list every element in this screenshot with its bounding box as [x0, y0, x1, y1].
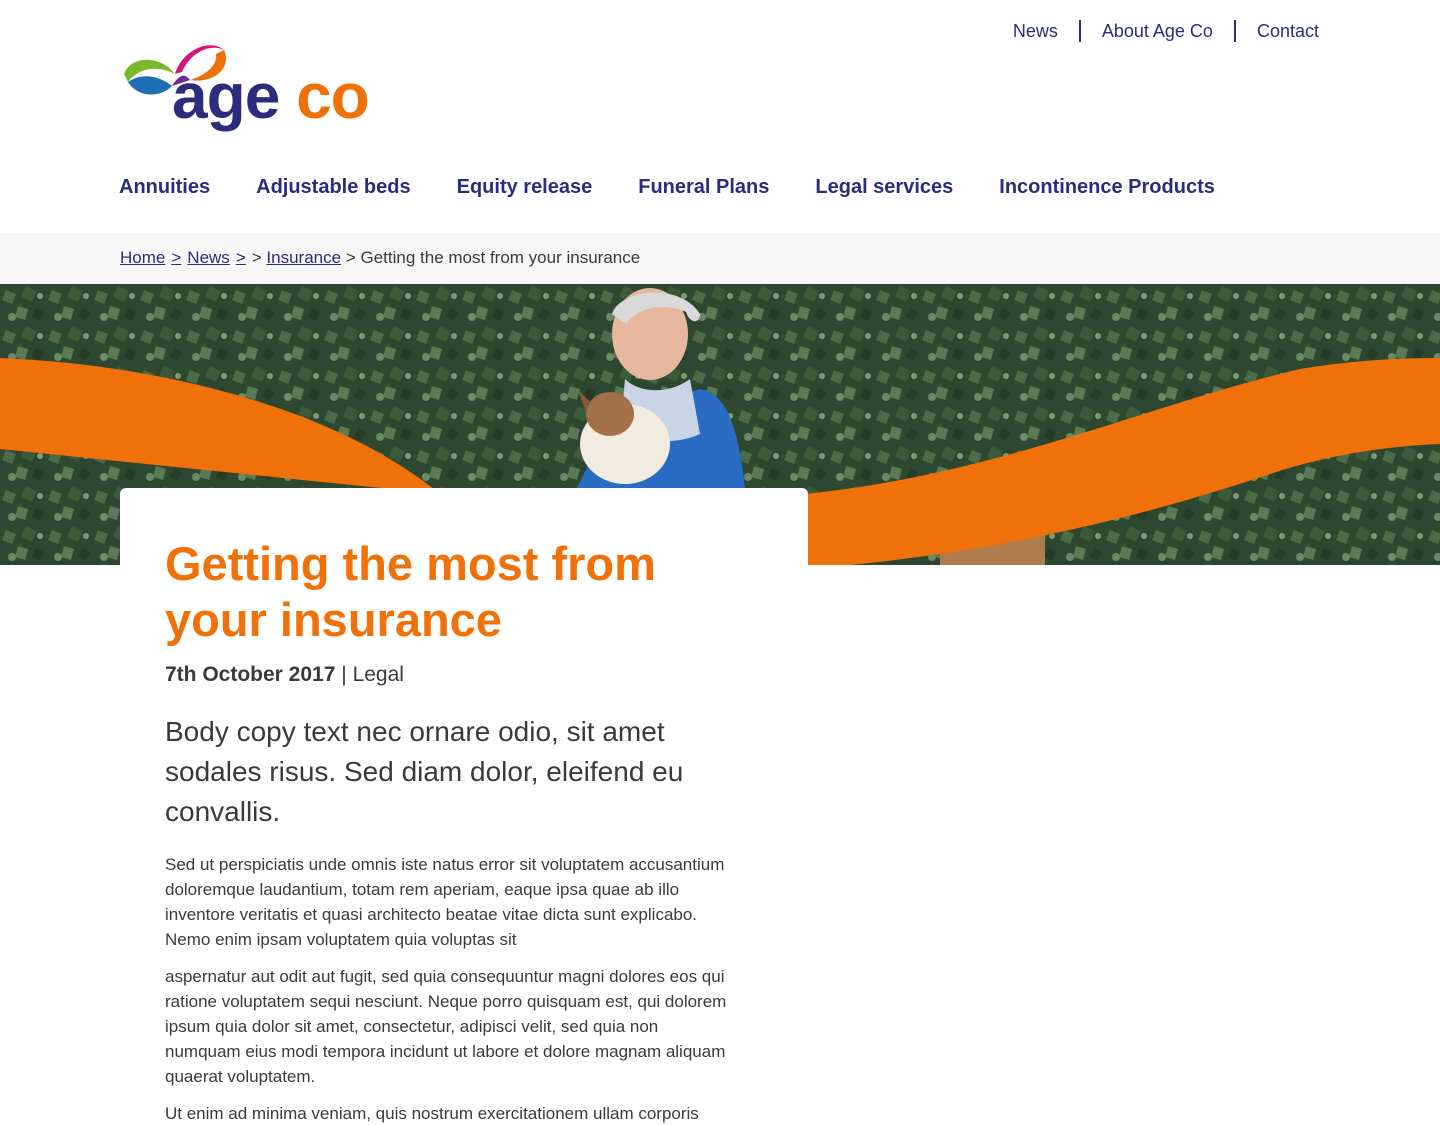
breadcrumb-home[interactable]: Home > News > [120, 248, 252, 267]
article-lead: Body copy text nec ornare odio, sit amet… [165, 716, 684, 827]
breadcrumb-separator: > [345, 248, 356, 267]
main-nav-annuities[interactable]: Annuities [119, 176, 210, 199]
main-nav: Annuities Adjustable beds Equity release… [119, 176, 1261, 199]
article-date: 7th October 2017 [165, 663, 336, 686]
breadcrumb-separator: > [251, 248, 262, 267]
article-title: Getting the most from your insurance [165, 537, 656, 646]
breadcrumb-bar: Home > News > > Insurance > Getting the most… [0, 233, 1440, 284]
breadcrumb-separator: > [171, 248, 182, 267]
breadcrumb-current: Getting the most from your insurance [360, 248, 641, 267]
article-meta-separator: | [341, 663, 347, 686]
utility-nav: News About Age Co Contact [1013, 20, 1319, 42]
breadcrumb-separator: > [235, 248, 246, 267]
util-nav-contact[interactable]: Contact [1257, 21, 1319, 42]
age-co-logo[interactable]: age co [120, 36, 370, 146]
breadcrumb-home-label: Home [120, 248, 166, 267]
article-card: Getting the most from your insurance 7th… [120, 488, 808, 1125]
breadcrumb: Home > News > > Insurance > Getting the most… [120, 248, 640, 268]
main-nav-incontinence-products[interactable]: Incontinence Products [999, 176, 1215, 199]
main-nav-legal-services[interactable]: Legal services [815, 176, 953, 199]
logo-word-age: age [172, 60, 280, 132]
util-nav-divider [1233, 20, 1236, 42]
main-nav-adjustable-beds[interactable]: Adjustable beds [256, 176, 410, 199]
article-paragraph: Ut enim ad minima veniam, quis nostrum e… [165, 1104, 699, 1123]
logo-word-co: co [296, 60, 370, 132]
article-paragraph: aspernatur aut odit aut fugit, sed quia … [165, 967, 727, 1086]
logo-wordmark: age co [172, 64, 370, 128]
main-nav-equity-release[interactable]: Equity release [457, 176, 593, 199]
article-paragraph: Sed ut perspiciatis unde omnis iste natu… [165, 855, 725, 949]
util-nav-news[interactable]: News [1013, 21, 1058, 42]
util-nav-about[interactable]: About Age Co [1102, 21, 1213, 42]
breadcrumb-insurance[interactable]: Insurance [266, 248, 341, 267]
main-nav-funeral-plans[interactable]: Funeral Plans [638, 176, 769, 199]
breadcrumb-news-label: News [187, 248, 230, 267]
util-nav-divider [1078, 20, 1081, 42]
article-category: Legal [352, 663, 404, 686]
article-meta: 7th October 2017 | Legal [165, 663, 404, 687]
